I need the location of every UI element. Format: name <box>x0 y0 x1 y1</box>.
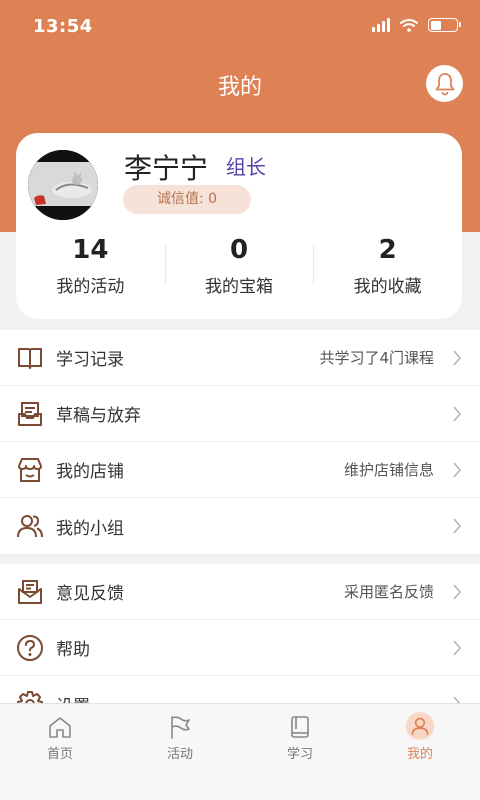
inbox-icon <box>18 402 42 426</box>
stat-activities[interactable]: 14 我的活动 <box>16 231 165 307</box>
tab-label: 我的 <box>406 747 433 762</box>
help-icon <box>17 635 43 661</box>
notification-button[interactable] <box>426 65 463 102</box>
book-icon <box>291 716 309 738</box>
menu-label: 意见反馈 <box>56 584 124 604</box>
tab-study[interactable]: 学习 <box>240 704 360 800</box>
wifi-icon <box>400 19 418 32</box>
chevron-right-icon <box>453 518 462 534</box>
settings-icon <box>17 691 43 704</box>
tab-label: 首页 <box>46 747 73 762</box>
user-name: 李宁宁 <box>124 152 209 185</box>
stat-label: 我的活动 <box>56 277 125 297</box>
status-time: 13:54 <box>33 16 93 37</box>
stat-label: 我的宝箱 <box>205 277 273 297</box>
menu-item-study-records[interactable]: 学习记录 共学习了4门课程 <box>0 330 480 386</box>
menu-group-other: 意见反馈 采用匿名反馈 帮助 设置 <box>0 564 480 704</box>
stats-row: 14 我的活动 0 我的宝箱 2 我的收藏 <box>16 231 462 307</box>
stat-value: 2 <box>378 235 397 265</box>
menu-item-feedback[interactable]: 意见反馈 采用匿名反馈 <box>0 564 480 620</box>
menu-label: 帮助 <box>56 640 90 660</box>
chevron-right-icon <box>453 462 462 478</box>
stat-treasure-box[interactable]: 0 我的宝箱 <box>164 231 314 307</box>
tab-label: 活动 <box>166 747 193 762</box>
group-icon <box>17 515 43 538</box>
menu-label: 我的店铺 <box>56 462 124 482</box>
user-role: 组长 <box>226 155 266 179</box>
chevron-right-icon <box>453 350 462 366</box>
menu-label: 草稿与放弃 <box>56 406 141 426</box>
tab-activities[interactable]: 活动 <box>120 704 240 800</box>
menu-item-help[interactable]: 帮助 <box>0 620 480 676</box>
stat-favorites[interactable]: 2 我的收藏 <box>313 231 462 307</box>
flag-icon <box>171 716 190 739</box>
chevron-right-icon <box>453 406 462 422</box>
chevron-right-icon <box>453 640 462 656</box>
menu-item-my-store[interactable]: 我的店铺 维护店铺信息 <box>0 442 480 498</box>
profile-card: 李宁宁 组长 诚信值: 0 14 我的活动 0 我的宝箱 2 我的收藏 <box>16 133 462 319</box>
menu-item-drafts[interactable]: 草稿与放弃 <box>0 386 480 442</box>
user-icon <box>406 712 434 740</box>
chevron-right-icon <box>453 584 462 600</box>
tab-label: 学习 <box>286 747 313 762</box>
credit-badge: 诚信值: 0 <box>123 185 251 214</box>
tab-home[interactable]: 首页 <box>0 704 120 800</box>
status-bar: 13:54 <box>0 0 480 56</box>
battery-icon <box>428 18 461 32</box>
tab-mine[interactable]: 我的 <box>360 704 480 800</box>
store-icon <box>18 458 42 482</box>
menu-group-main: 学习记录 共学习了4门课程 草稿与放弃 我的店铺 维护店铺信息 我的小组 <box>0 330 480 554</box>
page-title: 我的 <box>217 75 262 100</box>
signal-icon <box>372 18 390 32</box>
menu-label: 学习记录 <box>56 350 124 370</box>
status-icons <box>372 18 461 32</box>
book-icon <box>18 348 42 369</box>
tab-bar: 首页 活动 学习 我的 <box>0 703 480 800</box>
stat-value: 0 <box>229 235 249 265</box>
menu-item-my-group[interactable]: 我的小组 <box>0 498 480 554</box>
menu-hint: 采用匿名反馈 <box>343 583 434 601</box>
bell-icon <box>435 72 454 95</box>
stat-value: 14 <box>72 235 109 265</box>
avatar[interactable] <box>28 150 98 220</box>
menu-label: 我的小组 <box>56 518 124 539</box>
feedback-icon <box>18 580 42 604</box>
menu-hint: 共学习了4门课程 <box>319 349 434 367</box>
menu-hint: 维护店铺信息 <box>343 461 434 479</box>
stat-label: 我的收藏 <box>353 277 422 297</box>
menu-item-settings[interactable]: 设置 <box>0 676 480 704</box>
home-icon <box>49 717 71 738</box>
